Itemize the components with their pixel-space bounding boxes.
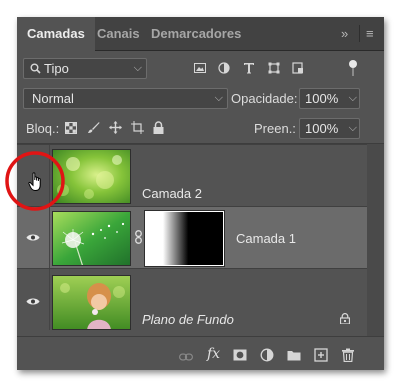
- hand-cursor-icon: [28, 172, 41, 192]
- highlight-annotation: [5, 151, 65, 211]
